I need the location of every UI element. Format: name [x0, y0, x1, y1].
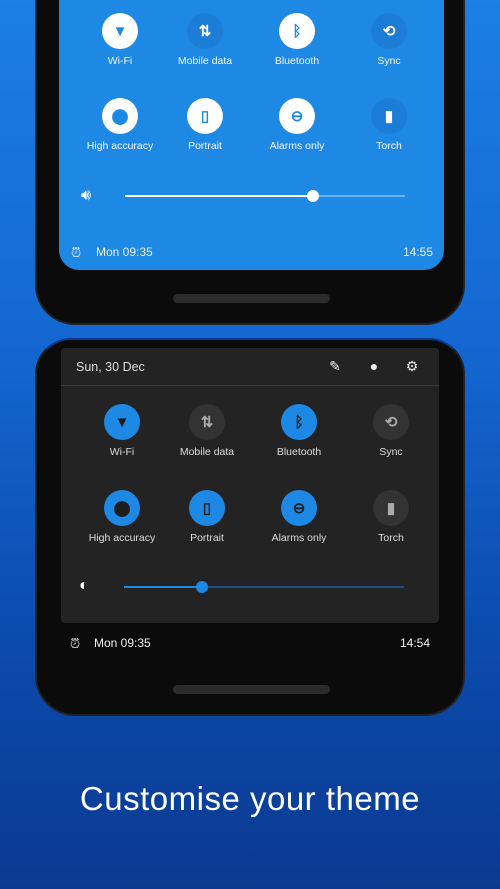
tile-label: Bluetooth: [274, 55, 320, 67]
tile-high-accuracy[interactable]: ⬤ High accuracy: [77, 490, 167, 544]
portrait-icon: ▯: [189, 490, 225, 526]
settings-gear-icon[interactable]: ⚙: [404, 358, 420, 374]
home-bar[interactable]: [173, 685, 330, 694]
alarm-icon: ⏰︎: [71, 245, 82, 260]
sync-disabled-icon: ⟲: [371, 13, 407, 49]
tile-label: Torch: [378, 532, 404, 544]
tile-sync[interactable]: ⟲ Sync: [346, 404, 436, 458]
clock: 14:55: [402, 245, 433, 259]
tile-alarms-only[interactable]: ⊖ Alarms only: [254, 490, 344, 544]
date: Sun, 30 Dec: [76, 360, 145, 374]
tile-label: Wi-Fi: [109, 446, 135, 458]
mobile-data-icon: ⇅: [187, 13, 223, 49]
tile-portrait[interactable]: ▯ Portrait: [160, 98, 250, 152]
phone-dark: Sun, 30 Dec ✎ ● ⚙ ◐ ▼ Wi-Fi ⇅ Mobile data ᛒ B…: [35, 338, 465, 716]
wifi-icon: ▼: [102, 13, 138, 49]
tile-label: Wi-Fi: [107, 55, 133, 67]
location-icon: ⬤: [104, 490, 140, 526]
panel-header: Sun, 30 Dec ✎ ● ⚙: [61, 348, 439, 386]
tile-torch[interactable]: ▮ Torch: [344, 98, 434, 152]
tile-mobile-data[interactable]: ⇅ Mobile data: [162, 404, 252, 458]
sync-disabled-icon: ⟲: [373, 404, 409, 440]
tile-torch[interactable]: ▮ Torch: [346, 490, 436, 544]
next-alarm[interactable]: Mon 09:35: [94, 636, 151, 650]
tile-label: Torch: [376, 140, 402, 152]
tile-label: Mobile data: [177, 55, 233, 67]
torch-icon: ▮: [371, 98, 407, 134]
volume-slider[interactable]: [125, 190, 405, 202]
tile-high-accuracy[interactable]: ⬤ High accuracy: [75, 98, 165, 152]
tile-wi-fi[interactable]: ▼ Wi-Fi: [77, 404, 167, 458]
tile-label: Portrait: [188, 140, 222, 152]
next-alarm[interactable]: Mon 09:35: [96, 245, 153, 259]
tile-label: High accuracy: [86, 140, 154, 152]
edit-icon[interactable]: ✎: [327, 358, 343, 374]
tile-label: Sync: [377, 55, 401, 67]
brightness-slider[interactable]: [124, 581, 404, 593]
quick-settings-light: 🔊︎ ⏰︎ Mon 09:35 14:55 ▼ Wi-Fi ⇅ Mobile data…: [59, 0, 444, 270]
torch-icon: ▮: [373, 490, 409, 526]
portrait-icon: ▯: [187, 98, 223, 134]
mobile-data-icon: ⇅: [189, 404, 225, 440]
bluetooth-icon: ᛒ: [281, 404, 317, 440]
account-icon[interactable]: ●: [366, 358, 382, 374]
tile-label: Sync: [379, 446, 403, 458]
caption: Customise your theme: [79, 780, 421, 817]
wifi-icon: ▼: [104, 404, 140, 440]
do-not-disturb-icon: ⊖: [281, 490, 317, 526]
volume-icon[interactable]: 🔊︎: [81, 187, 91, 205]
tile-wi-fi[interactable]: ▼ Wi-Fi: [75, 13, 165, 67]
tile-portrait[interactable]: ▯ Portrait: [162, 490, 252, 544]
tile-alarms-only[interactable]: ⊖ Alarms only: [252, 98, 342, 152]
tile-bluetooth[interactable]: ᛒ Bluetooth: [254, 404, 344, 458]
quick-settings-dark: Sun, 30 Dec ✎ ● ⚙ ◐ ▼ Wi-Fi ⇅ Mobile data ᛒ B…: [61, 348, 439, 623]
location-icon: ⬤: [102, 98, 138, 134]
tile-label: High accuracy: [88, 532, 156, 544]
bluetooth-icon: ᛒ: [279, 13, 315, 49]
tile-bluetooth[interactable]: ᛒ Bluetooth: [252, 13, 342, 67]
tile-label: Alarms only: [271, 532, 327, 544]
tile-sync[interactable]: ⟲ Sync: [344, 13, 434, 67]
alarm-icon: ⏰︎: [70, 636, 81, 651]
tile-label: Alarms only: [269, 140, 325, 152]
do-not-disturb-icon: ⊖: [279, 98, 315, 134]
home-bar[interactable]: [173, 294, 330, 303]
clock: 14:54: [399, 636, 430, 650]
tile-label: Portrait: [190, 532, 224, 544]
tile-mobile-data[interactable]: ⇅ Mobile data: [160, 13, 250, 67]
tile-label: Mobile data: [179, 446, 235, 458]
tile-label: Bluetooth: [276, 446, 322, 458]
brightness-icon[interactable]: ◐: [79, 577, 89, 595]
phone-light: 🔊︎ ⏰︎ Mon 09:35 14:55 ▼ Wi-Fi ⇅ Mobile data…: [35, 0, 465, 325]
